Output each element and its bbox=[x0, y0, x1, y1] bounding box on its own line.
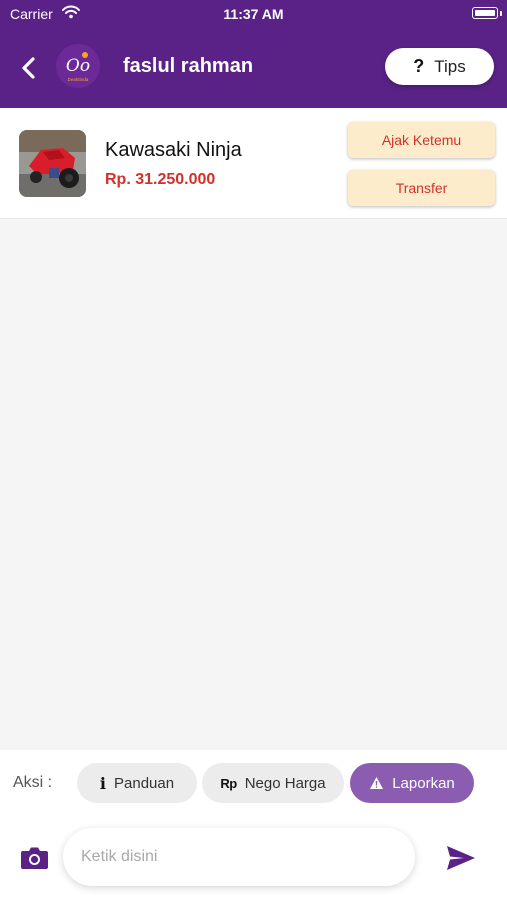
status-time: 11:37 AM bbox=[223, 6, 284, 22]
app-header: Carrier 11:37 AM Oo DealSinda faslul rah… bbox=[0, 0, 507, 108]
logo-caption: DealSinda bbox=[68, 77, 89, 82]
product-thumbnail[interactable] bbox=[19, 130, 86, 197]
report-chip-label: Laporkan bbox=[392, 774, 455, 792]
product-name: Kawasaki Ninja bbox=[105, 139, 242, 161]
app-logo: Oo DealSinda bbox=[56, 44, 100, 88]
camera-icon[interactable] bbox=[20, 845, 49, 870]
motorcycle-photo-icon bbox=[19, 130, 86, 197]
transfer-button[interactable]: Transfer bbox=[348, 170, 495, 206]
message-input[interactable] bbox=[63, 828, 415, 886]
battery-tip bbox=[500, 11, 502, 16]
battery-icon bbox=[472, 7, 498, 19]
bottom-composer-panel: Aksi : i Panduan Rp Nego Harga Laporkan bbox=[0, 750, 507, 900]
guide-chip-label: Panduan bbox=[114, 774, 175, 792]
product-price: Rp. 31.250.000 bbox=[105, 171, 216, 188]
rupiah-icon: Rp bbox=[220, 775, 237, 791]
negotiate-price-chip[interactable]: Rp Nego Harga bbox=[202, 763, 344, 803]
tips-button[interactable]: ? Tips bbox=[385, 48, 494, 85]
tips-label: Tips bbox=[434, 56, 466, 76]
info-icon: i bbox=[99, 773, 106, 793]
product-card: Kawasaki Ninja Rp. 31.250.000 Ajak Ketem… bbox=[0, 108, 507, 219]
question-icon: ? bbox=[413, 56, 425, 76]
status-bar: Carrier 11:37 AM bbox=[0, 0, 507, 28]
chat-partner-name: faslul rahman bbox=[123, 55, 254, 77]
negotiate-price-chip-label: Nego Harga bbox=[244, 774, 326, 792]
logo-mark: Oo bbox=[66, 56, 90, 76]
guide-chip[interactable]: i Panduan bbox=[77, 763, 197, 803]
warning-icon bbox=[369, 776, 384, 790]
back-button[interactable] bbox=[16, 54, 42, 82]
send-icon[interactable] bbox=[446, 845, 476, 871]
actions-label: Aksi : bbox=[13, 774, 53, 791]
report-chip[interactable]: Laporkan bbox=[350, 763, 474, 803]
chat-messages-area[interactable] bbox=[0, 219, 507, 750]
meet-button[interactable]: Ajak Ketemu bbox=[348, 122, 495, 158]
